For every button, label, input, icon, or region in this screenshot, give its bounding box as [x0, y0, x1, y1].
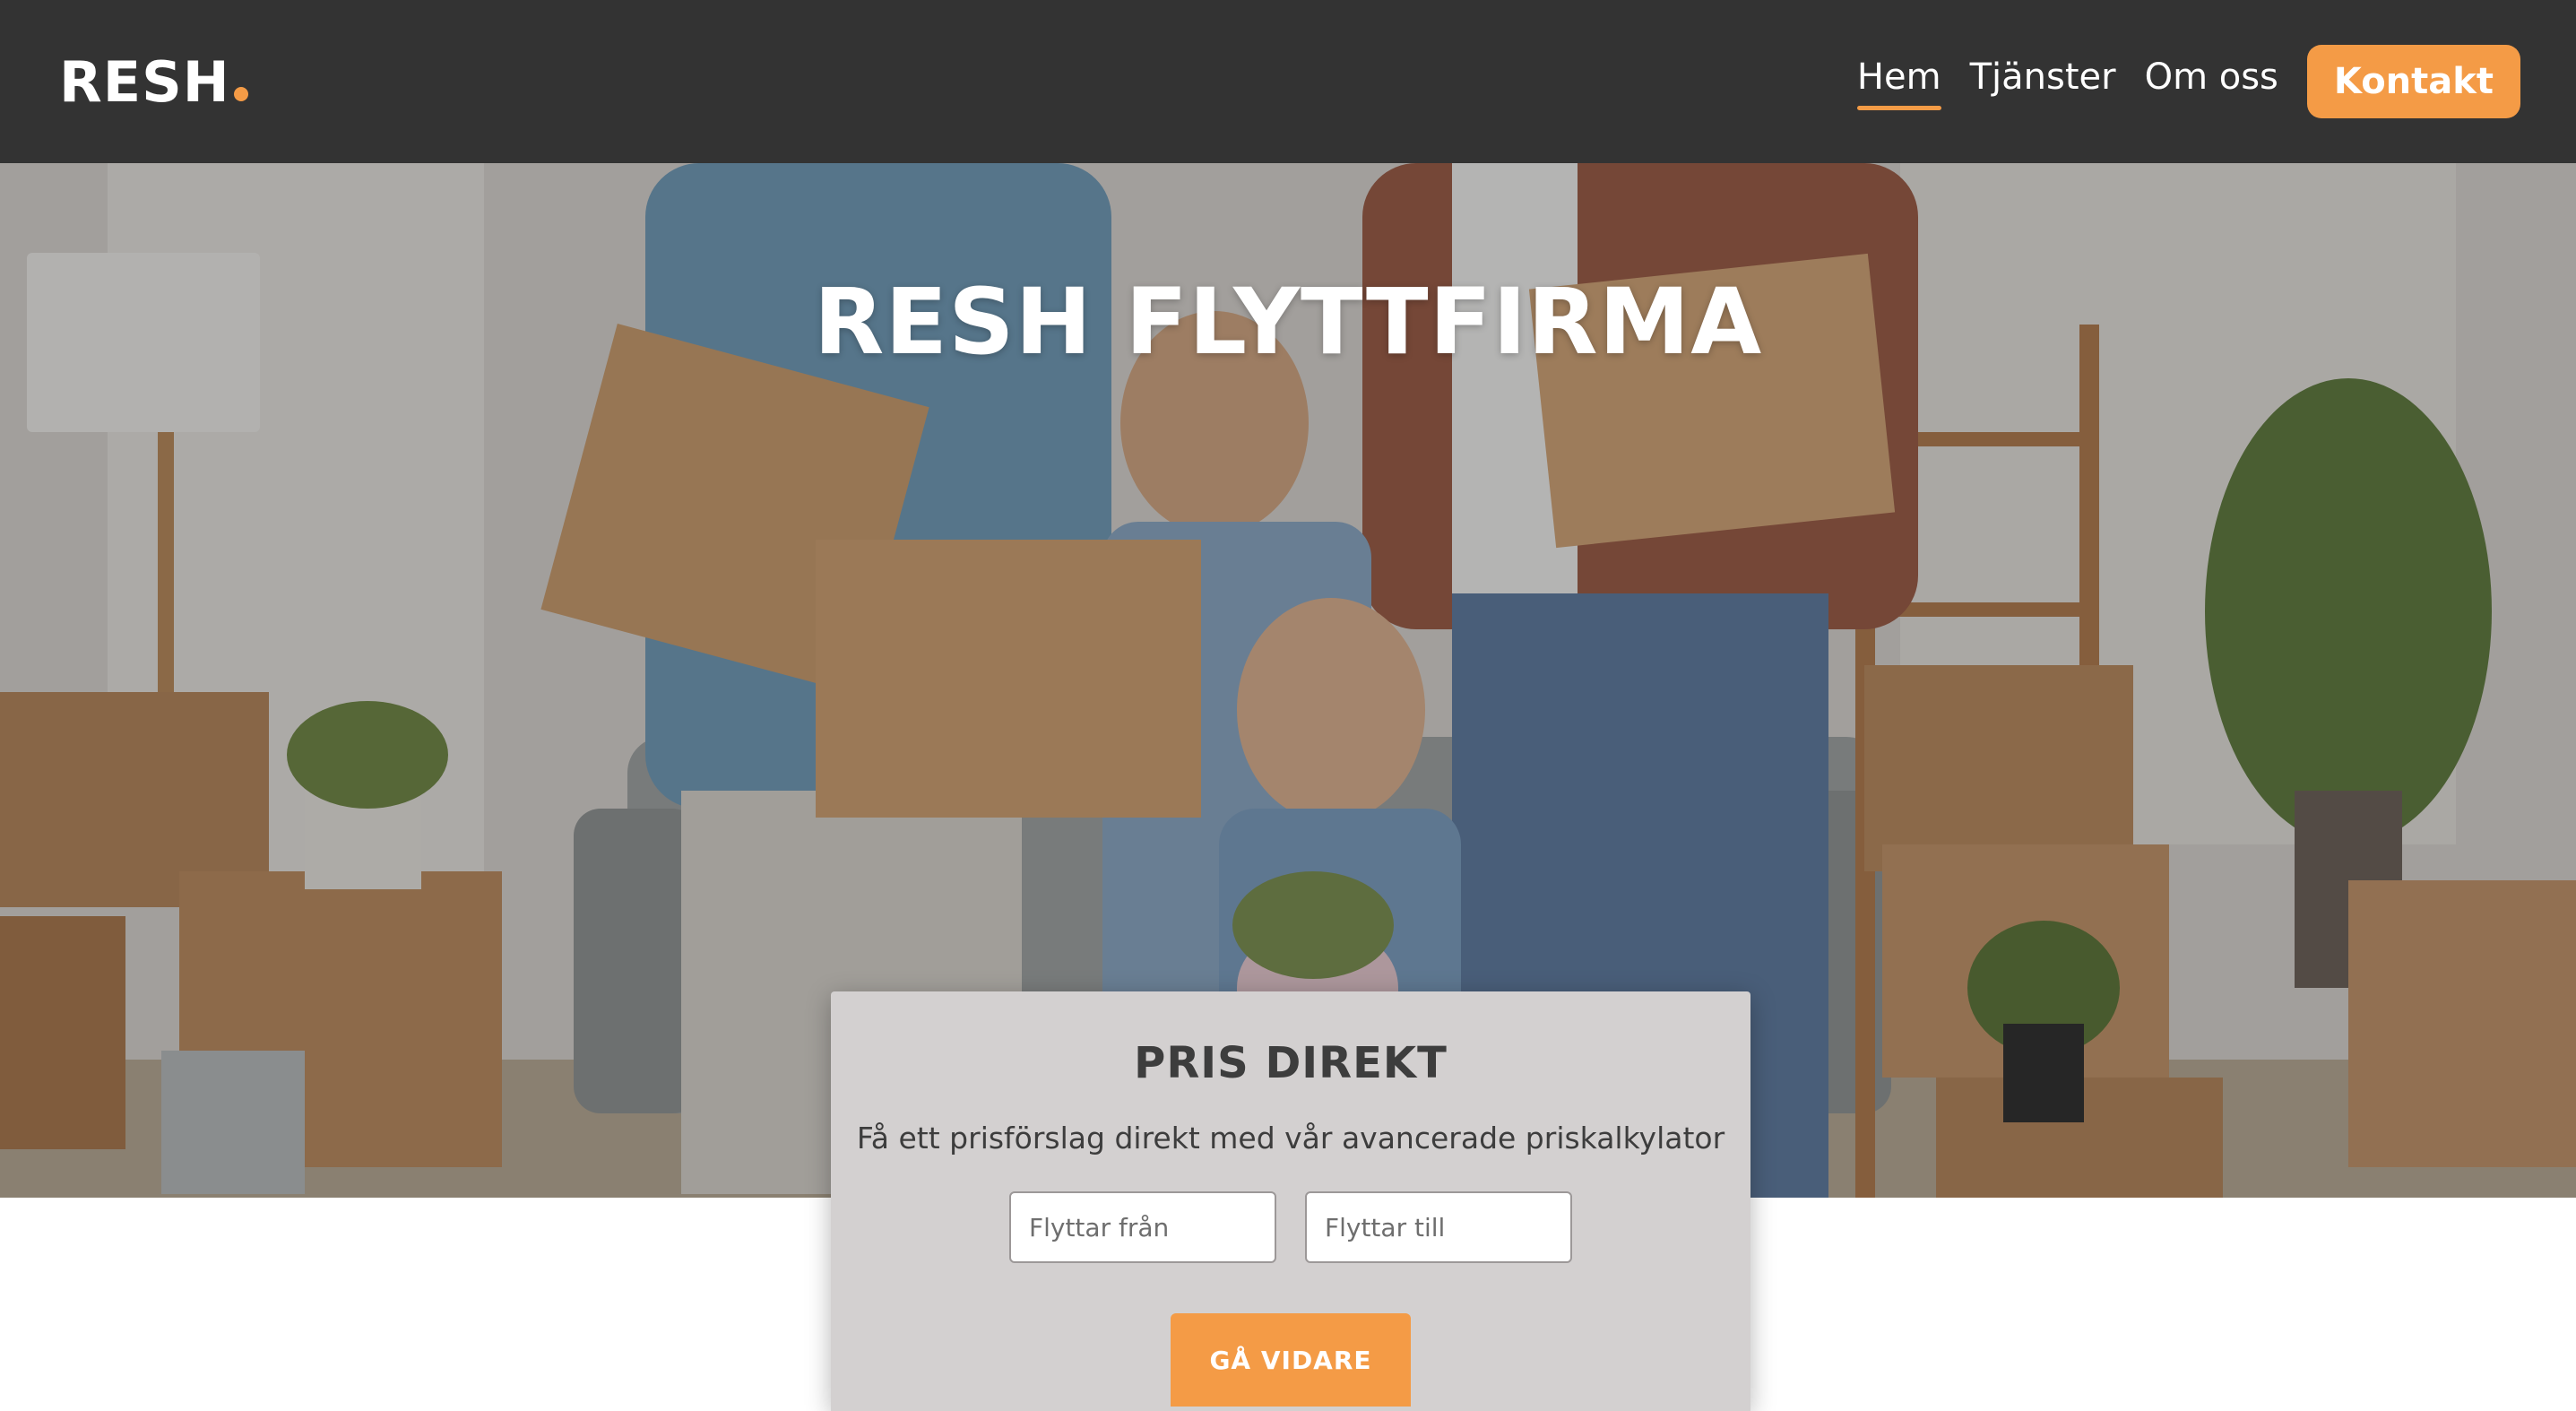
- logo-text: RESH: [59, 48, 230, 115]
- logo[interactable]: RESH: [59, 49, 248, 115]
- price-quote-card: PRIS DIREKT Få ett prisförslag direkt me…: [831, 991, 1750, 1411]
- hero-title: RESH FLYTTFIRMA: [813, 269, 1763, 376]
- quote-subtitle: Få ett prisförslag direkt med vår avance…: [856, 1121, 1725, 1156]
- continue-button[interactable]: GÅ VIDARE: [1171, 1313, 1411, 1407]
- nav-item-hem[interactable]: Hem: [1856, 56, 1941, 110]
- quote-inputs: [831, 1191, 1750, 1263]
- moving-to-input[interactable]: [1305, 1191, 1572, 1263]
- main-nav: Hem Tjänster Om oss Kontakt: [1856, 45, 2520, 118]
- quote-title: PRIS DIREKT: [1134, 1038, 1448, 1088]
- nav-item-tjanster[interactable]: Tjänster: [1970, 56, 2116, 107]
- nav-item-om-oss[interactable]: Om oss: [2145, 56, 2278, 107]
- moving-from-input[interactable]: [1009, 1191, 1276, 1263]
- logo-dot: [233, 86, 248, 101]
- contact-button[interactable]: Kontakt: [2306, 45, 2520, 118]
- site-header: RESH Hem Tjänster Om oss Kontakt: [0, 0, 2576, 163]
